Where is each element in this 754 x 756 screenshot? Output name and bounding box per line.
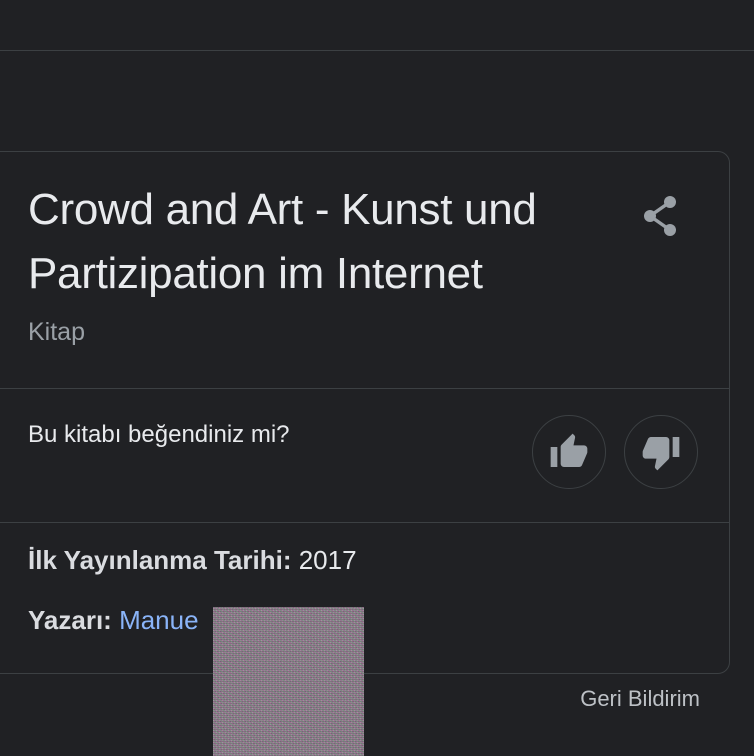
first-published-fact: İlk Yayınlanma Tarihi: 2017 [28,545,357,576]
book-title: Crowd and Art - Kunst und Partizipation … [28,185,537,298]
header-divider [0,50,754,51]
first-published-label: İlk Yayınlanma Tarihi: [28,545,292,575]
thumbs-down-icon [642,437,680,471]
first-published-value: 2017 [298,545,357,575]
author-label: Yazarı: [28,605,112,635]
entity-type: Kitap [28,318,85,346]
noise-overlay-image [213,607,364,756]
share-button[interactable] [634,190,686,242]
author-fact: Yazarı: Manue [28,605,199,636]
author-link[interactable]: Manue [119,605,199,635]
share-icon [644,196,676,236]
rating-question: Bu kitabı beğendiniz mi? [28,421,290,448]
dislike-button[interactable] [624,415,698,489]
feedback-link[interactable]: Geri Bildirim [580,686,700,712]
section-divider [0,522,730,523]
thumbs-up-icon [550,433,588,467]
section-divider [0,388,730,389]
like-button[interactable] [532,415,606,489]
